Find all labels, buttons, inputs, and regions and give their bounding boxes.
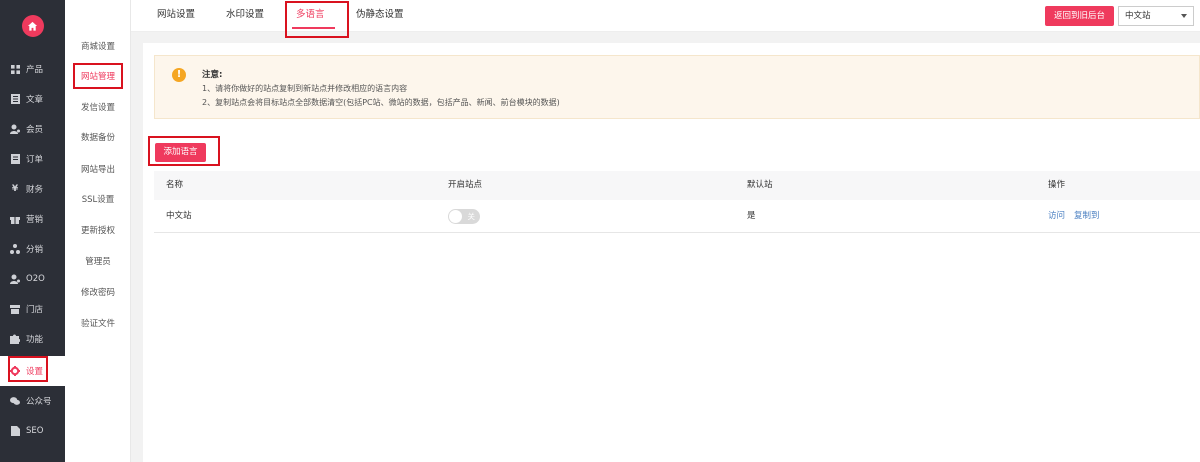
yen-icon: ¥ — [11, 184, 19, 194]
subnav-item-change-password[interactable]: 修改密码 — [65, 282, 131, 304]
notice-line: 2、复制站点会将目标站点全部数据清空(包括PC站、微站的数据，包括产品、新闻、前… — [202, 98, 560, 107]
toggle-label: 关 — [467, 212, 476, 221]
document-icon — [10, 426, 20, 436]
sidebar-item-label: 门店 — [26, 305, 44, 315]
subnav-item-site-export[interactable]: 网站导出 — [65, 159, 131, 181]
main-content: ! 注意: 1、请将你做好的站点复制到新站点并修改相应的语言内容 2、复制站点会… — [143, 43, 1200, 462]
sidebar-item-products[interactable]: 产品 — [0, 54, 65, 84]
sidebar-item-label: 文章 — [26, 95, 44, 105]
sidebar-item-distribution[interactable]: 分销 — [0, 234, 65, 264]
network-icon — [10, 244, 20, 254]
notice-line: 1、请将你做好的站点复制到新站点并修改相应的语言内容 — [202, 84, 408, 93]
subnav-item-mall-settings[interactable]: 商城设置 — [65, 36, 131, 58]
subnav-item-verify-file[interactable]: 验证文件 — [65, 313, 131, 335]
sidebar-item-marketing[interactable]: 营销 — [0, 204, 65, 234]
site-select-value: 中文站 — [1125, 11, 1151, 21]
sidebar-item-label: 订单 — [26, 155, 44, 165]
sidebar-item-label: 分销 — [26, 245, 44, 255]
enable-site-toggle[interactable]: 关 — [448, 209, 480, 224]
store-icon — [10, 304, 20, 314]
tab-site-settings[interactable]: 网站设置 — [157, 0, 195, 32]
logo-area — [0, 0, 65, 52]
grid-icon — [10, 64, 20, 74]
sidebar-item-seo[interactable]: SEO — [0, 416, 65, 446]
sidebar-item-articles[interactable]: 文章 — [0, 84, 65, 114]
sidebar-item-label: O2O — [26, 274, 45, 284]
sidebar-item-label: 会员 — [26, 125, 44, 135]
active-tab-underline — [292, 27, 335, 29]
sidebar-item-label: 营销 — [26, 215, 44, 225]
chevron-down-icon — [1181, 14, 1187, 18]
notice-box: ! 注意: 1、请将你做好的站点复制到新站点并修改相应的语言内容 2、复制站点会… — [154, 55, 1200, 119]
sidebar-item-orders[interactable]: 订单 — [0, 144, 65, 174]
sidebar-item-label: 功能 — [26, 335, 44, 345]
gift-icon — [10, 214, 20, 224]
visit-link[interactable]: 访问 — [1048, 200, 1065, 233]
table-header: 名称 开启站点 默认站 操作 — [154, 171, 1200, 200]
sidebar-item-label: 财务 — [26, 185, 44, 195]
sidebar-item-finance[interactable]: ¥ 财务 — [0, 174, 65, 204]
subnav-item-ssl-settings[interactable]: SSL设置 — [65, 189, 131, 211]
sidebar-item-label: SEO — [26, 426, 44, 436]
gear-icon — [10, 366, 20, 376]
copy-to-link[interactable]: 复制到 — [1074, 200, 1100, 233]
users-icon — [10, 274, 20, 284]
back-to-old-admin-button[interactable]: 返回到旧后台 — [1045, 6, 1114, 26]
sidebar-item-members[interactable]: 会员 — [0, 114, 65, 144]
puzzle-icon — [10, 334, 20, 344]
row-default-value: 是 — [747, 211, 756, 221]
add-language-button[interactable]: 添加语言 — [155, 143, 206, 162]
tab-rewrite-settings[interactable]: 伪静态设置 — [356, 0, 404, 32]
language-table: 名称 开启站点 默认站 操作 中文站 关 是 访问 复制到 — [154, 171, 1200, 233]
wechat-icon — [10, 396, 20, 406]
sidebar-item-stores[interactable]: 门店 — [0, 294, 65, 324]
user-icon — [10, 124, 20, 134]
warning-icon: ! — [172, 68, 186, 82]
column-header-name: 名称 — [166, 180, 184, 190]
site-select[interactable]: 中文站 — [1118, 6, 1194, 26]
toggle-knob — [449, 210, 462, 223]
top-tab-bar: 网站设置 水印设置 多语言 伪静态设置 返回到旧后台 中文站 — [131, 0, 1200, 32]
article-icon — [10, 94, 20, 104]
home-icon[interactable] — [21, 15, 44, 37]
sidebar-item-label: 公众号 — [26, 397, 52, 407]
column-header-enable-site: 开启站点 — [448, 180, 483, 190]
column-header-default-site: 默认站 — [747, 180, 773, 190]
subnav-item-update-license[interactable]: 更新授权 — [65, 220, 131, 242]
subnav-item-mail-settings[interactable]: 发信设置 — [65, 97, 131, 119]
settings-subnav: 商城设置 网站管理 发信设置 数据备份 网站导出 SSL设置 更新授权 管理员 … — [65, 0, 131, 462]
sidebar-item-label: 设置 — [26, 367, 44, 377]
notice-title: 注意: — [202, 70, 223, 80]
sidebar-item-o2o[interactable]: O2O — [0, 264, 65, 294]
sidebar-item-wechat[interactable]: 公众号 — [0, 386, 65, 416]
sidebar-item-settings[interactable]: 设置 — [0, 356, 65, 386]
sidebar-item-label: 产品 — [26, 65, 44, 75]
subnav-item-site-management[interactable]: 网站管理 — [65, 66, 131, 88]
table-row: 中文站 关 是 访问 复制到 — [154, 200, 1200, 233]
subnav-item-data-backup[interactable]: 数据备份 — [65, 127, 131, 149]
tab-watermark-settings[interactable]: 水印设置 — [226, 0, 264, 32]
subnav-item-admins[interactable]: 管理员 — [65, 251, 131, 273]
order-icon — [10, 154, 20, 164]
column-header-actions: 操作 — [1048, 180, 1066, 190]
row-site-name: 中文站 — [166, 211, 192, 221]
main-sidebar: 产品 文章 会员 订单 ¥ 财务 营销 分销 O2O 门店 功能 设置 公众号 … — [0, 0, 65, 462]
sidebar-item-features[interactable]: 功能 — [0, 324, 65, 354]
